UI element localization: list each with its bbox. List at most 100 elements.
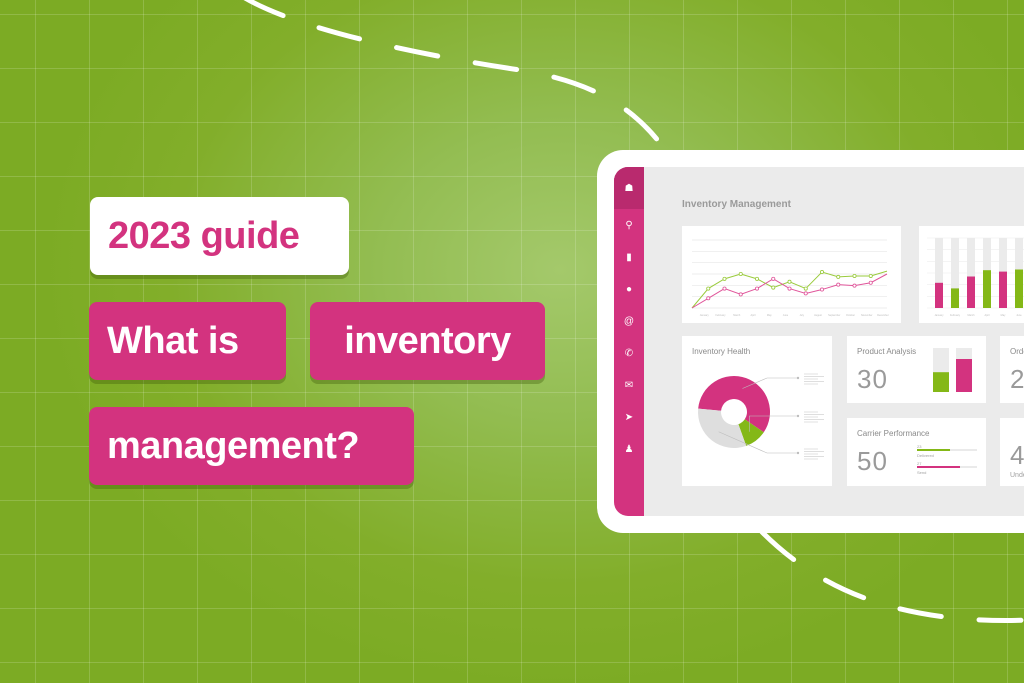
data-point [819,270,824,275]
guide-badge-text: 2023 guide [108,214,300,257]
x-tick-label: December [877,314,889,317]
orders-title: Orders [1010,347,1024,356]
data-point [836,274,841,279]
data-point [819,287,824,292]
tablet-mockup: ☗ ⚲ ▮ ● @ ✆ ✉ ➤ ♟ Inventory Management J… [597,150,1024,533]
guide-badge: 2023 guide [90,197,349,275]
data-point [803,286,808,291]
data-point [852,283,857,288]
x-tick-label: June [783,314,789,317]
send-bar-fill [917,466,961,468]
x-tick-label: January [700,314,710,317]
product-analysis-panel: Product Analysis 30 [847,336,986,403]
x-tick-label: May [767,314,772,317]
data-point [738,292,743,297]
send-label: Send [917,470,927,475]
data-point [706,286,711,291]
leader-dot [796,451,800,455]
x-tick-label: March [733,314,741,317]
bar-chart-icon[interactable]: ▮ [614,241,644,273]
x-tick-label: November [861,314,873,317]
delivered-bar-track [917,449,977,451]
x-tick-label: April [984,314,989,317]
data-point [722,286,727,291]
undelivered-value: 4 [1010,440,1024,470]
at-sign-glyph: @ [623,315,635,327]
dashboard-title: Inventory Management [682,199,791,210]
bar-chart-glyph: ▮ [626,251,632,263]
bar [951,288,959,308]
bar-chart: JanuaryFebruaryMarchAprilMayJuneJulyAugu… [927,237,1024,317]
x-tick-label: February [950,314,961,317]
headline-line2: inventory [310,302,545,380]
x-tick-label: March [968,314,976,317]
x-tick-label: June [1016,314,1022,317]
product-bar [956,359,972,392]
data-point [771,276,776,281]
headline-line3: management? [89,407,414,485]
envelope-icon[interactable]: ✉ [614,369,644,401]
product-bar [933,372,949,392]
x-tick-label: April [750,314,755,317]
data-point [868,280,873,285]
search-icon[interactable]: ⚲ [614,209,644,241]
paper-plane-icon[interactable]: ➤ [614,401,644,433]
data-point [722,276,727,281]
data-point [787,279,792,284]
x-tick-label: May [1001,314,1006,317]
bar [999,271,1007,308]
user-glyph: ♟ [624,443,634,455]
data-point [771,285,776,290]
delivered-bar-fill [917,449,950,451]
orders-panel: Orders 2 [1000,336,1024,403]
phone-glyph: ✆ [624,347,634,359]
delivered-label: Delivered [917,453,934,458]
data-point [852,273,857,278]
bar [967,276,975,308]
data-point [755,286,760,291]
orders-value: 2 [1010,364,1024,394]
line-series-pink [691,273,888,309]
chat-bubble-glyph: ● [625,283,633,295]
chat-bubble-icon[interactable]: ● [614,273,644,305]
dashboard-screen: ☗ ⚲ ▮ ● @ ✆ ✉ ➤ ♟ Inventory Management J… [614,167,1024,516]
line-chart-panel: January February March April May June July Augu… [682,226,901,323]
carrier-performance-title: Carrier Performance [857,429,930,438]
line-chart: January February March April May June July Augu… [691,239,889,317]
data-point [755,276,760,281]
headline-line2-text: inventory [344,319,511,362]
product-analysis-title: Product Analysis [857,347,917,356]
x-tick-label: August [814,314,822,317]
dashboard-glyph: ☗ [624,182,634,194]
donut-chart [698,373,824,460]
at-sign-icon[interactable]: @ [614,305,644,337]
dashboard-icon[interactable]: ☗ [614,167,644,209]
x-tick-label: October [846,314,855,317]
headline-line1: What is [89,302,286,380]
x-tick-label: September [828,314,840,317]
send-bar-track [917,466,977,468]
product-analysis-value: 30 [857,364,888,394]
phone-icon[interactable]: ✆ [614,337,644,369]
bar-chart-panel: JanuaryFebruaryMarchAprilMayJuneJulyAugu… [919,226,1024,323]
dashboard-sidebar: ☗ ⚲ ▮ ● @ ✆ ✉ ➤ ♟ [614,167,644,516]
undelivered-panel: 4 Undelivered [1000,418,1024,486]
carrier-performance-panel: Carrier Performance 50 23 Delivered 27 S… [847,418,986,486]
envelope-glyph: ✉ [624,379,634,391]
data-point [706,296,711,301]
user-icon[interactable]: ♟ [614,433,644,465]
data-point [738,272,743,277]
data-point [787,286,792,291]
bar [983,270,991,308]
bar [1015,269,1023,308]
data-point [868,273,873,278]
product-analysis-bars [933,348,972,392]
undelivered-title: Undelivered [1010,472,1024,479]
donut-slice-segment-c [698,408,747,448]
x-tick-label: January [935,314,945,317]
leader-dot [796,414,800,418]
headline-line3-text: management? [107,424,360,467]
x-tick-label: February [715,314,726,317]
inventory-health-panel: Inventory Health [682,336,832,486]
search-glyph: ⚲ [625,219,633,231]
